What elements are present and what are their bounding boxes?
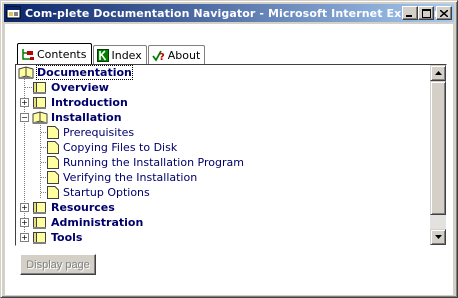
minimize-button[interactable] bbox=[402, 6, 418, 20]
tree-item-prerequisites[interactable]: Prerequisites bbox=[47, 125, 134, 140]
expand-toggle-resources[interactable]: + bbox=[20, 203, 29, 212]
page-icon bbox=[47, 141, 59, 154]
title-bar[interactable]: Com-plete Documentation Navigator - Micr… bbox=[4, 4, 454, 22]
page-icon bbox=[47, 186, 59, 199]
close-button[interactable] bbox=[436, 6, 452, 20]
expand-toggle-tools[interactable]: + bbox=[20, 233, 29, 242]
tab-about-label: About bbox=[167, 48, 201, 62]
tree-item-overview[interactable]: Overview bbox=[32, 80, 109, 95]
window-title: Com-plete Documentation Navigator - Micr… bbox=[25, 6, 440, 20]
tree-item-verifying-installation[interactable]: Verifying the Installation bbox=[47, 170, 197, 185]
page-icon bbox=[47, 156, 59, 169]
tree-item-installation[interactable]: Installation bbox=[32, 110, 122, 125]
tree-connector bbox=[41, 147, 46, 148]
ie-app-icon bbox=[6, 6, 21, 19]
about-question-icon: ? bbox=[152, 50, 165, 62]
tree-item-label: Copying Files to Disk bbox=[63, 141, 178, 154]
tree-item-administration[interactable]: Administration bbox=[32, 215, 143, 230]
arrow-down-icon bbox=[434, 235, 442, 239]
tree-item-introduction[interactable]: Introduction bbox=[32, 95, 128, 110]
tree-item-label: Startup Options bbox=[63, 186, 150, 199]
contents-panel: Documentation Overview + Introduction − … bbox=[15, 64, 447, 246]
tab-contents[interactable]: Contents bbox=[17, 43, 93, 64]
open-book-icon bbox=[32, 111, 48, 124]
tab-strip: Contents Index ? About bbox=[17, 42, 206, 64]
tree-connector bbox=[41, 192, 46, 193]
tab-about[interactable]: ? About bbox=[147, 45, 206, 64]
arrow-up-icon bbox=[434, 71, 442, 75]
book-icon bbox=[33, 97, 46, 109]
plus-icon: + bbox=[21, 233, 28, 242]
minus-icon: − bbox=[21, 113, 28, 122]
expand-toggle-introduction[interactable]: + bbox=[20, 98, 29, 107]
tree-item-startup-options[interactable]: Startup Options bbox=[47, 185, 150, 200]
tree-root-documentation[interactable]: Documentation bbox=[18, 65, 133, 80]
minimize-icon bbox=[406, 14, 412, 17]
index-k-icon bbox=[97, 48, 110, 62]
scroll-down-button[interactable] bbox=[430, 229, 446, 245]
expand-toggle-administration[interactable]: + bbox=[20, 218, 29, 227]
tree-connector bbox=[41, 177, 46, 178]
tree-root-label: Documentation bbox=[36, 65, 133, 80]
tree-item-copying-files[interactable]: Copying Files to Disk bbox=[47, 140, 177, 155]
tree-connector bbox=[41, 162, 46, 163]
tree-item-label: Administration bbox=[51, 216, 144, 229]
scroll-thumb[interactable] bbox=[430, 81, 446, 215]
collapse-toggle-installation[interactable]: − bbox=[20, 113, 29, 122]
tab-contents-label: Contents bbox=[37, 47, 87, 61]
tree-item-tools[interactable]: Tools bbox=[32, 230, 82, 245]
contents-tree-icon bbox=[22, 48, 34, 60]
contents-tree: Documentation Overview + Introduction − … bbox=[16, 65, 429, 245]
plus-icon: + bbox=[21, 98, 28, 107]
tree-connector bbox=[40, 123, 41, 198]
book-icon bbox=[33, 232, 46, 244]
tab-index[interactable]: Index bbox=[93, 45, 147, 64]
tree-item-resources[interactable]: Resources bbox=[32, 200, 115, 215]
close-icon bbox=[440, 9, 448, 17]
tree-item-label: Verifying the Installation bbox=[63, 171, 198, 184]
vertical-scrollbar[interactable] bbox=[430, 65, 446, 245]
display-page-button[interactable]: Display page bbox=[20, 254, 96, 275]
open-book-icon bbox=[18, 66, 34, 79]
browser-window: Com-plete Documentation Navigator - Micr… bbox=[0, 0, 458, 298]
tab-index-label: Index bbox=[111, 48, 142, 62]
book-icon bbox=[33, 202, 46, 214]
maximize-icon bbox=[421, 8, 431, 18]
page-icon bbox=[47, 171, 59, 184]
scroll-up-button[interactable] bbox=[430, 65, 446, 81]
page-content: Contents Index ? About Documentation Ove… bbox=[5, 24, 453, 295]
maximize-button[interactable] bbox=[418, 6, 434, 20]
svg-text:?: ? bbox=[159, 52, 165, 62]
book-icon bbox=[33, 217, 46, 229]
page-icon bbox=[47, 126, 59, 139]
tree-item-label: Prerequisites bbox=[63, 126, 135, 139]
book-icon bbox=[33, 82, 46, 94]
tree-item-label: Resources bbox=[51, 201, 115, 214]
tree-item-label: Tools bbox=[51, 231, 83, 244]
tree-item-label: Introduction bbox=[51, 96, 128, 109]
tree-item-label: Installation bbox=[51, 111, 122, 124]
plus-icon: + bbox=[21, 218, 28, 227]
tree-item-label: Overview bbox=[51, 81, 109, 94]
tree-item-running-installation[interactable]: Running the Installation Program bbox=[47, 155, 244, 170]
plus-icon: + bbox=[21, 203, 28, 212]
tree-item-label: Running the Installation Program bbox=[63, 156, 244, 169]
tree-connector bbox=[41, 132, 46, 133]
